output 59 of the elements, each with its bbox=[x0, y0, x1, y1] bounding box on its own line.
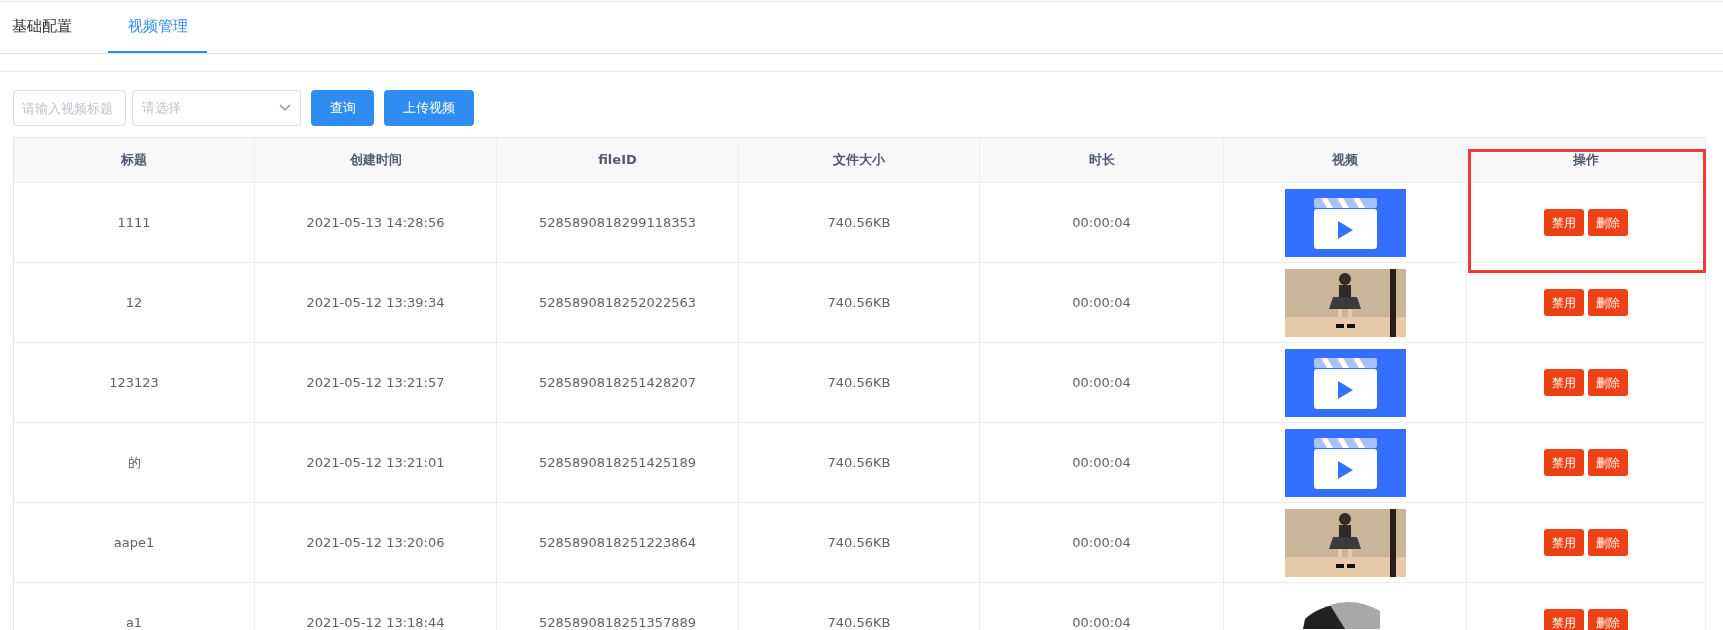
delete-button[interactable]: 删除 bbox=[1588, 529, 1628, 556]
table-cell-text: 00:00:04 bbox=[1072, 453, 1131, 472]
column-header: 创建时间 bbox=[349, 151, 402, 170]
delete-button[interactable]: 删除 bbox=[1588, 289, 1628, 316]
column-header: 标题 bbox=[121, 151, 147, 170]
table-cell-text: 5285890818252022563 bbox=[538, 293, 697, 312]
table-cell-text: 的 bbox=[127, 453, 141, 472]
table-cell-text: 5285890818299118353 bbox=[538, 213, 697, 232]
table-cell-text: 5285890818251357889 bbox=[538, 613, 697, 630]
delete-button[interactable]: 删除 bbox=[1588, 449, 1628, 476]
table-cell-text: 5285890818251428207 bbox=[538, 373, 697, 392]
table-cell-text: 00:00:04 bbox=[1072, 613, 1131, 630]
table-cell-text: 00:00:04 bbox=[1072, 373, 1131, 392]
disable-button[interactable]: 禁用 bbox=[1544, 369, 1584, 396]
upload-video-button[interactable]: 上传视频 bbox=[384, 90, 474, 126]
delete-button[interactable]: 删除 bbox=[1588, 609, 1628, 630]
table-cell-text: 2021-05-12 13:39:34 bbox=[306, 293, 445, 312]
table-cell-text: 2021-05-12 13:21:57 bbox=[306, 373, 445, 392]
table-cell-text: 2021-05-12 13:18:44 bbox=[306, 613, 445, 630]
video-clapper-icon bbox=[1284, 428, 1406, 497]
query-button[interactable]: 查询 bbox=[311, 90, 374, 126]
table-cell-text: 123123 bbox=[109, 373, 159, 392]
table-cell-text: 5285890818251425189 bbox=[538, 453, 697, 472]
table-cell-text: 00:00:04 bbox=[1072, 293, 1131, 312]
table-cell-text: 2021-05-12 13:20:06 bbox=[306, 533, 445, 552]
tab[interactable]: 基础配置 bbox=[12, 1, 72, 53]
delete-button[interactable]: 删除 bbox=[1588, 209, 1628, 236]
table-cell-text: 00:00:04 bbox=[1072, 533, 1131, 552]
table-cell-text: aape1 bbox=[113, 533, 155, 552]
disable-button[interactable]: 禁用 bbox=[1544, 209, 1584, 236]
column-header: 视频 bbox=[1332, 151, 1358, 170]
table-cell-text: 2021-05-13 14:28:56 bbox=[306, 213, 445, 232]
title-search-field[interactable]: 请输入视频标题 bbox=[13, 90, 126, 126]
column-header: 时长 bbox=[1088, 151, 1115, 170]
table-cell-text: 2021-05-12 13:21:01 bbox=[306, 453, 445, 472]
table-cell-text: 00:00:04 bbox=[1072, 213, 1131, 232]
table-cell-text: 740.56KB bbox=[827, 613, 891, 630]
disable-button[interactable]: 禁用 bbox=[1544, 449, 1584, 476]
table-cell-text: 740.56KB bbox=[827, 293, 891, 312]
table-cell-text: 740.56KB bbox=[827, 533, 891, 552]
table-cell-text: 740.56KB bbox=[827, 373, 891, 392]
disable-button[interactable]: 禁用 bbox=[1544, 529, 1584, 556]
delete-button[interactable]: 删除 bbox=[1588, 369, 1628, 396]
table-cell-text: 12 bbox=[125, 293, 143, 312]
column-header: 操作 bbox=[1573, 151, 1599, 170]
column-header: fileID bbox=[598, 151, 637, 170]
video-clapper-icon bbox=[1284, 188, 1406, 257]
table-cell-text: 740.56KB bbox=[827, 213, 891, 232]
table-cell-text: 5285890818251223864 bbox=[538, 533, 697, 552]
chevron-down-icon bbox=[279, 104, 291, 112]
table-cell-text: a1 bbox=[125, 613, 143, 630]
tab[interactable]: 视频管理 bbox=[108, 1, 207, 53]
select-placeholder: 请选择 bbox=[142, 99, 181, 118]
disable-button[interactable]: 禁用 bbox=[1544, 289, 1584, 316]
table-cell-text: 1111 bbox=[117, 213, 151, 232]
table-cell-text: 740.56KB bbox=[827, 453, 891, 472]
video-clapper-icon bbox=[1284, 348, 1406, 417]
disable-button[interactable]: 禁用 bbox=[1544, 609, 1584, 630]
column-header: 文件大小 bbox=[833, 151, 885, 170]
